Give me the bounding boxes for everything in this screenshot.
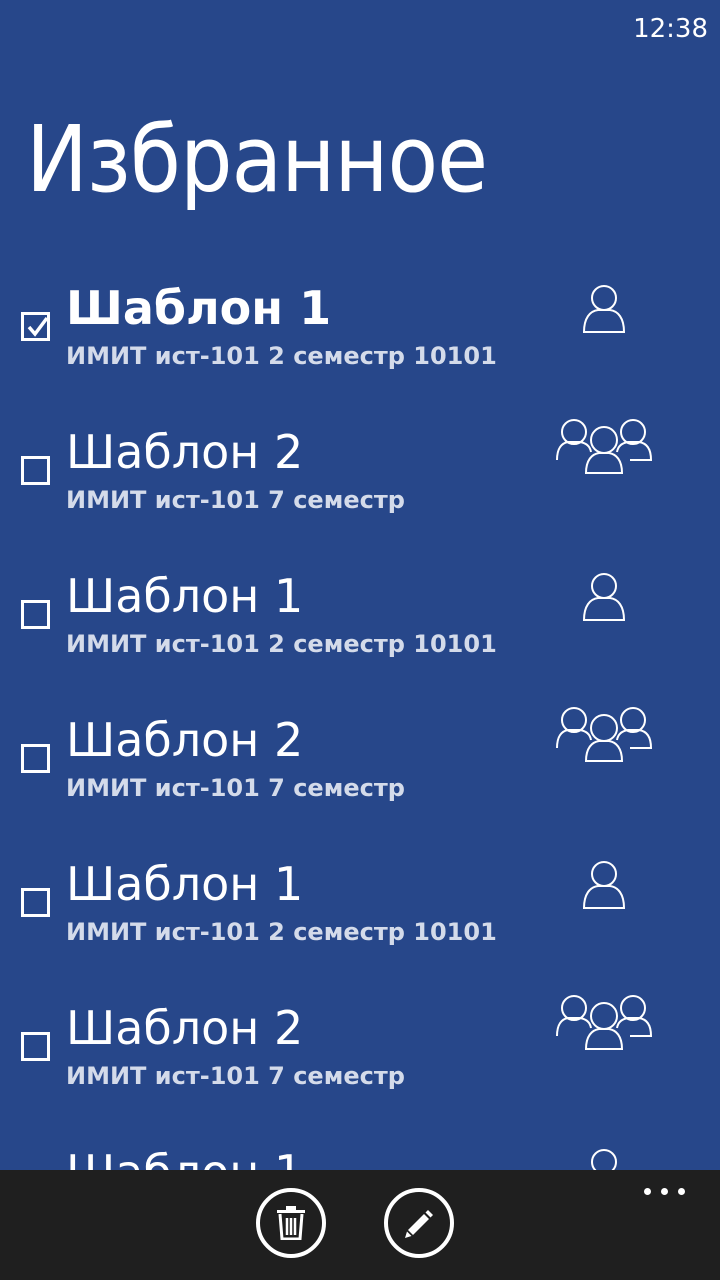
person-icon [582, 572, 626, 626]
item-title: Шаблон 2 [66, 713, 304, 767]
more-icon[interactable] [644, 1188, 686, 1198]
item-checkbox[interactable] [21, 744, 50, 773]
item-subtitle: ИМИТ ист-101 2 семестр 10101 [66, 342, 497, 370]
item-checkbox[interactable] [21, 888, 50, 917]
item-subtitle: ИМИТ ист-101 7 семестр [66, 1062, 405, 1090]
list-item[interactable]: Шаблон 1 ИМИТ ист-101 2 семестр 10101 [0, 856, 720, 996]
pencil-icon [405, 1210, 433, 1238]
trash-icon [277, 1206, 305, 1240]
item-title: Шаблон 2 [66, 1001, 304, 1055]
item-title: Шаблон 1 [66, 569, 304, 623]
list-item[interactable]: Шаблон 2 ИМИТ ист-101 7 семестр [0, 707, 720, 852]
item-checkbox[interactable] [21, 312, 50, 341]
item-checkbox[interactable] [21, 600, 50, 629]
checkmark-icon [27, 316, 49, 337]
item-subtitle: ИМИТ ист-101 2 семестр 10101 [66, 630, 497, 658]
delete-button[interactable] [256, 1188, 326, 1258]
list-item[interactable]: Шаблон 2 ИМИТ ист-101 7 семестр [0, 995, 720, 1140]
list-item[interactable]: Шаблон 2 ИМИТ ист-101 7 семестр [0, 419, 720, 564]
item-title: Шаблон 1 [66, 857, 304, 911]
group-icon [556, 994, 653, 1054]
list-item[interactable]: Шаблон 1 ИМИТ ист-101 2 семестр 10101 [0, 280, 720, 420]
item-subtitle: ИМИТ ист-101 7 семестр [66, 486, 405, 514]
list-item[interactable]: Шаблон 1 [0, 1144, 720, 1170]
list-item[interactable]: Шаблон 1 ИМИТ ист-101 2 семестр 10101 [0, 568, 720, 708]
item-subtitle: ИМИТ ист-101 7 семестр [66, 774, 405, 802]
item-checkbox[interactable] [21, 1032, 50, 1061]
edit-button[interactable] [384, 1188, 454, 1258]
item-checkbox[interactable] [21, 456, 50, 485]
person-icon [582, 284, 626, 338]
person-icon [582, 1148, 626, 1170]
status-time: 12:38 [633, 14, 708, 44]
item-title: Шаблон 1 [66, 1144, 303, 1170]
group-icon [556, 706, 653, 766]
app-bar [0, 1170, 720, 1280]
favorites-list: Шаблон 1 ИМИТ ист-101 2 семестр 10101 Шаб… [0, 280, 720, 1170]
item-title: Шаблон 2 [66, 425, 304, 479]
item-title: Шаблон 1 [66, 281, 332, 335]
group-icon [556, 418, 653, 478]
person-icon [582, 860, 626, 914]
page-title: Избранное [26, 106, 488, 213]
item-subtitle: ИМИТ ист-101 2 семестр 10101 [66, 918, 497, 946]
